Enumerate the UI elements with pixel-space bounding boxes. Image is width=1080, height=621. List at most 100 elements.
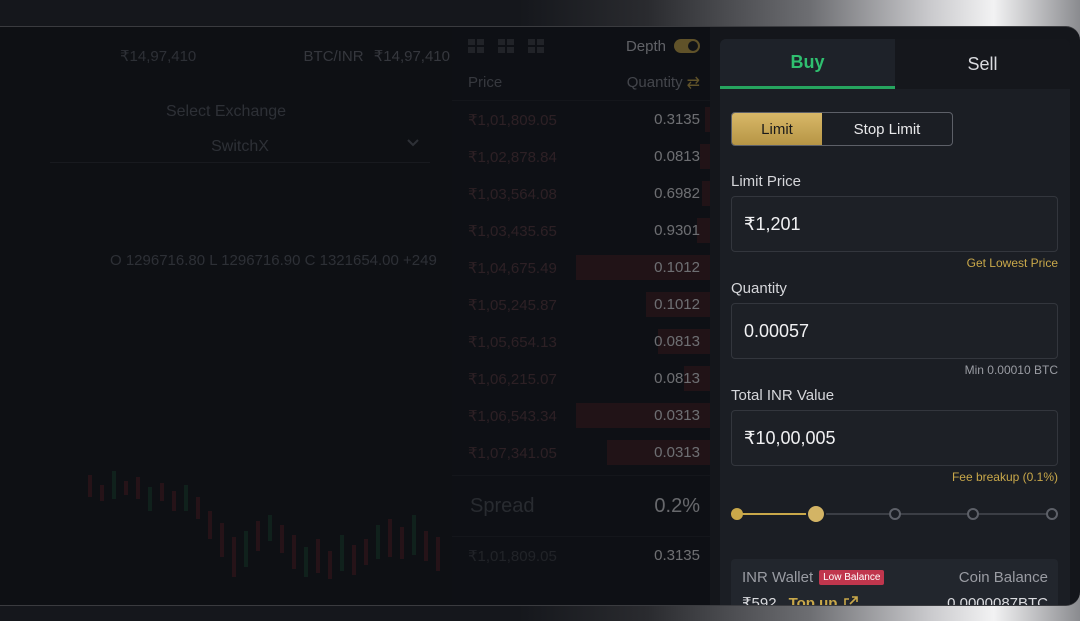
- view-toggle-group: [468, 39, 544, 53]
- spread-row: Spread 0.2%: [452, 475, 710, 537]
- candles: [88, 471, 440, 579]
- bid-row[interactable]: ₹1,01,809.05 0.3135: [452, 537, 710, 574]
- candlestick-chart[interactable]: [70, 427, 450, 597]
- depth-bar: [704, 107, 710, 132]
- ask-row[interactable]: ₹1,03,564.08 0.6982: [452, 175, 710, 212]
- tab-buy[interactable]: Buy: [720, 39, 895, 89]
- order-type-switch: Limit Stop Limit: [731, 112, 953, 146]
- ask-price: ₹1,06,215.07: [468, 370, 557, 388]
- depth-bar: [699, 144, 710, 169]
- bid-price: ₹1,01,809.05: [468, 547, 557, 565]
- slider-stop[interactable]: [888, 508, 901, 520]
- top-up-label: Top up: [788, 594, 838, 606]
- depth-toggle[interactable]: [674, 39, 700, 53]
- ask-qty: 0.1012: [654, 259, 700, 276]
- chevron-down-icon: [406, 135, 420, 151]
- inr-balance: ₹592: [742, 595, 777, 606]
- ask-row[interactable]: ₹1,06,215.07 0.0813: [452, 360, 710, 397]
- select-exchange-label: Select Exchange: [165, 103, 287, 120]
- total-inr-label: Total INR Value: [731, 387, 835, 404]
- slider-knob[interactable]: [805, 504, 826, 524]
- limit-price-input[interactable]: ₹1,201: [731, 196, 1058, 252]
- ticker-pair: BTC/INR ₹14,97,410: [304, 47, 450, 65]
- ask-price: ₹1,04,675.49: [468, 259, 557, 277]
- inr-wallet-value-group: ₹592 Top up: [742, 594, 860, 606]
- swap-arrows-icon[interactable]: ⇄: [687, 73, 700, 93]
- exchange-select[interactable]: SwitchX: [50, 131, 430, 163]
- ask-qty: 0.0313: [654, 444, 700, 461]
- spread-label: Spread: [470, 494, 535, 517]
- asks-view-icon[interactable]: [528, 39, 544, 53]
- quantity-input[interactable]: 0.00057: [731, 303, 1058, 359]
- order-book: Depth Price Quantity ⇄ ₹1,01,809.05 0.313…: [452, 27, 710, 605]
- ask-price: ₹1,03,564.08: [468, 185, 557, 203]
- ask-qty: 0.0813: [654, 333, 700, 350]
- order-book-header: Depth: [452, 27, 710, 65]
- ask-qty: 0.0813: [654, 370, 700, 387]
- wallet-label-row: INR Wallet Low Balance Coin Balance: [742, 569, 1048, 586]
- ticker-price: ₹14,97,410: [373, 48, 450, 65]
- wallet-value-row: ₹592 Top up 0.0000087BTC: [742, 594, 1048, 606]
- ticker-left-price: ₹14,97,410: [120, 48, 197, 65]
- ask-price: ₹1,06,543.34: [468, 407, 557, 425]
- ask-price: ₹1,03,435.65: [468, 222, 557, 240]
- order-book-columns: Price Quantity ⇄: [452, 65, 710, 101]
- total-inr-input[interactable]: ₹10,00,005: [731, 410, 1058, 466]
- coin-balance-label: Coin Balance: [958, 569, 1048, 586]
- tab-sell[interactable]: Sell: [895, 39, 1070, 89]
- chart-pane: ₹14,97,410 BTC/INR ₹14,97,410 Select Exc…: [0, 27, 452, 605]
- ask-price: ₹1,07,341.05: [468, 444, 557, 462]
- min-quantity-hint: Min 0.00010 BTC: [964, 363, 1058, 377]
- bids-view-icon[interactable]: [498, 39, 514, 53]
- ticker-bar: ₹14,97,410 BTC/INR ₹14,97,410: [120, 47, 450, 65]
- top-up-link[interactable]: Top up: [788, 594, 860, 606]
- spread-value: 0.2%: [654, 494, 700, 517]
- get-lowest-price-link[interactable]: Get Lowest Price: [720, 256, 1058, 270]
- app-window: ₹14,97,410 BTC/INR ₹14,97,410 Select Exc…: [0, 26, 1080, 606]
- ask-qty: 0.3135: [654, 111, 700, 128]
- inr-wallet: INR Wallet Low Balance: [742, 569, 885, 586]
- order-book-rows: ₹1,01,809.05 0.3135 ₹1,02,878.84 0.0813 ₹1,0…: [452, 101, 710, 471]
- amount-slider[interactable]: [731, 504, 1058, 524]
- ask-row[interactable]: ₹1,05,654.13 0.0813: [452, 323, 710, 360]
- ask-qty: 0.0813: [654, 148, 700, 165]
- ask-row[interactable]: ₹1,01,809.05 0.3135: [452, 101, 710, 138]
- limit-price-label: Limit Price: [731, 173, 802, 190]
- wallet-card: INR Wallet Low Balance Coin Balance ₹592…: [731, 559, 1058, 606]
- ask-row[interactable]: ₹1,07,341.05 0.0313: [452, 434, 710, 471]
- depth-label: Depth: [625, 37, 666, 55]
- grid-view-icon[interactable]: [468, 39, 484, 53]
- ohlc-readout: O 1296716.80 L 1296716.90 C 1321654.00 +…: [110, 252, 437, 269]
- slider-stop[interactable]: [967, 508, 980, 520]
- depth-control: Depth: [626, 38, 700, 55]
- trade-panel: Buy Sell Limit Stop Limit Limit Price ₹1…: [720, 39, 1070, 606]
- ask-row[interactable]: ₹1,03,435.65 0.9301: [452, 212, 710, 249]
- depth-bar: [702, 181, 710, 206]
- limit-button[interactable]: Limit: [732, 113, 822, 145]
- ask-price: ₹1,01,809.05: [468, 111, 557, 129]
- fee-breakup-link[interactable]: Fee breakup (0.1%): [720, 470, 1058, 484]
- low-balance-badge: Low Balance: [819, 570, 885, 585]
- exchange-value: SwitchX: [211, 137, 269, 155]
- bid-qty: 0.3135: [654, 547, 700, 564]
- pair-label: BTC/INR: [303, 48, 364, 65]
- ask-row[interactable]: ₹1,04,675.49 0.1012: [452, 249, 710, 286]
- ask-qty: 0.1012: [654, 296, 700, 313]
- slider-fill: [737, 513, 816, 515]
- ask-qty: 0.9301: [654, 222, 700, 239]
- slider-stop[interactable]: [1046, 508, 1058, 520]
- ask-qty: 0.6982: [654, 185, 700, 202]
- ask-row[interactable]: ₹1,06,543.34 0.0313: [452, 397, 710, 434]
- slider-stop[interactable]: [731, 508, 743, 520]
- price-column-header: Price: [468, 74, 503, 91]
- inr-wallet-label: INR Wallet: [742, 569, 814, 586]
- stop-limit-button[interactable]: Stop Limit: [822, 113, 952, 145]
- ask-row[interactable]: ₹1,02,878.84 0.0813: [452, 138, 710, 175]
- external-link-icon: [844, 596, 859, 605]
- ask-row[interactable]: ₹1,05,245.87 0.1012: [452, 286, 710, 323]
- quantity-column-header: Quantity: [626, 74, 683, 91]
- quantity-label: Quantity: [731, 280, 787, 297]
- coin-balance-value: 0.0000087BTC: [947, 594, 1048, 606]
- quantity-column: Quantity ⇄: [627, 73, 700, 93]
- ask-qty: 0.0313: [654, 407, 700, 424]
